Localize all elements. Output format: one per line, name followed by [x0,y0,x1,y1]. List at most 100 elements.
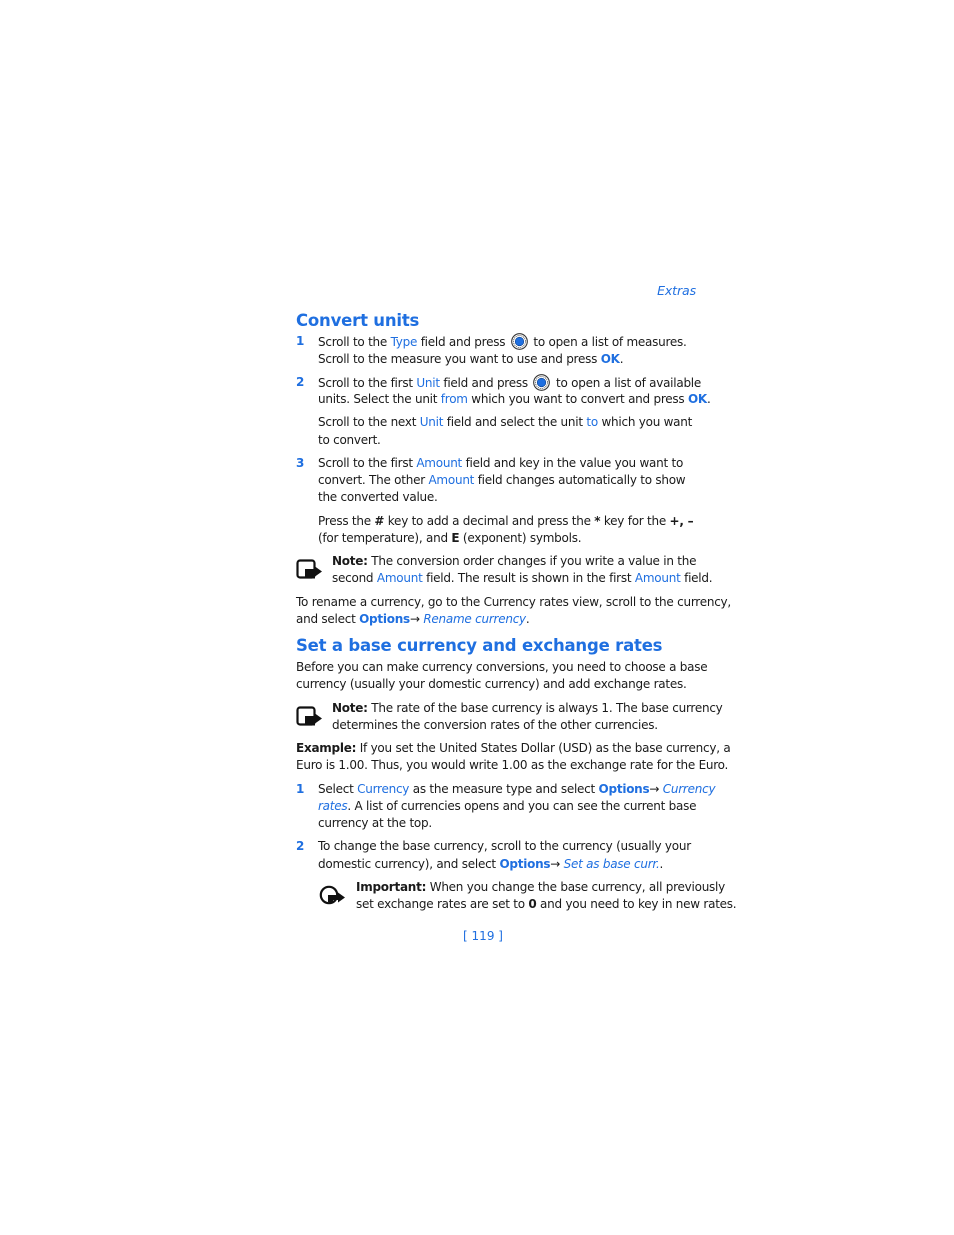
ui-term-currency: Currency [357,782,410,796]
text: convert. The other [318,473,429,487]
step-number: 1 [296,334,305,348]
note-text: determines the conversion rates of the o… [332,718,658,732]
menu-currency-rates: rates [318,799,348,813]
step-text: Select Currency as the measure type and … [318,781,716,798]
note-icon [296,559,322,579]
ui-term-to: to [586,415,598,429]
menu-options: Options [359,612,410,626]
step-text: Scroll to the Type field and press to op… [318,333,687,351]
menu-options: Options [499,857,551,871]
ui-term-amount: Amount [428,473,475,487]
text: Scroll to the [318,335,391,349]
ui-term-ok: OK [687,392,707,406]
ui-term-unit: Unit [416,376,440,390]
menu-set-as-base-curr: Set as base curr. [563,857,660,871]
menu-options: Options [598,782,650,796]
text: Scroll to the first [318,376,417,390]
step-text: (for temperature), and E (exponent) symb… [318,530,582,547]
navi-key-icon [533,374,551,391]
text: and you need to key in new rates. [536,897,737,911]
text: . [525,612,530,626]
note-text: second Amount field. The result is shown… [332,570,713,587]
text: . [619,352,624,366]
arrow: → [649,782,663,796]
ui-term-amount: Amount [634,571,681,585]
text: . A list of currencies opens and you can… [347,799,697,813]
step-text: To change the base currency, scroll to t… [318,839,691,853]
step-text: Scroll to the first Unit field and press… [318,374,701,392]
ui-term-unit: Unit [419,415,444,429]
ui-term-from: from [440,392,468,406]
arrow: → [550,857,564,871]
text: field and press [439,376,532,390]
important-text: set exchange rates are set to 0 and you … [356,896,737,913]
text: field and select the unit [443,415,587,429]
step-text: rates. A list of currencies opens and yo… [318,798,697,815]
step-text: currency at the top. [318,816,432,830]
text: and select [296,612,360,626]
step-text: domestic currency), and select Options→ … [318,856,663,873]
text: field. The result is shown in the first [422,571,635,585]
paragraph-text: and select Options→ Rename currency. [296,611,530,628]
text: The conversion order changes if you writ… [367,554,697,568]
step-text: the converted value. [318,490,438,504]
page-number: [ 119 ] [463,929,503,943]
text: second [332,571,377,585]
text: which you want to convert and press [467,392,688,406]
arrow: → [409,612,424,626]
important-icon [319,885,345,905]
example-text: Example: If you set the United States Do… [296,740,731,757]
text: (exponent) symbols. [459,531,582,545]
text: field and press [417,335,509,349]
menu-currency-rates: Currency [662,782,716,796]
section-title-convert-units: Convert units [296,311,420,330]
step-text: Scroll to the first Amount field and key… [318,455,683,472]
text: field and key in the value you want to [462,456,684,470]
menu-rename-currency: Rename currency [423,612,526,626]
text: domestic currency), and select [318,857,500,871]
text: which you want [597,415,693,429]
text: Select [318,782,358,796]
paragraph-text: To rename a currency, go to the Currency… [296,595,731,609]
text: key for the [600,514,670,528]
important-text: Important: When you change the base curr… [356,879,725,896]
paragraph-text: currency (usually your domestic currency… [296,677,687,691]
important-label: Important: [356,880,427,894]
step-text: to convert. [318,433,381,447]
note-label: Note: [332,701,368,715]
ui-term-amount: Amount [376,571,423,585]
step-text: Scroll to the measure you want to use an… [318,351,623,368]
note-label: Note: [332,554,368,568]
note-text: Note: The conversion order changes if yo… [332,553,696,570]
text: The rate of the base currency is always … [367,701,723,715]
symbols-plus-minus: +, – [669,514,694,528]
step-text: convert. The other Amount field changes … [318,472,686,489]
step-number: 1 [296,782,305,796]
step-text: units. Select the unit from which you wa… [318,391,711,408]
step-number: 3 [296,456,305,470]
text: If you set the United States Dollar (USD… [356,741,731,755]
ui-term-amount: Amount [416,456,462,470]
step-text: Scroll to the next Unit field and select… [318,414,692,431]
example-label: Example: [296,741,357,755]
key-hash: # [374,514,385,528]
step-number: 2 [296,839,305,853]
paragraph-text: Before you can make currency conversions… [296,660,708,674]
text: field. [680,571,713,585]
ui-term-ok: OK [600,352,620,366]
navi-key-icon [510,333,528,350]
text: Scroll to the next [318,415,420,429]
text: as the measure type and select [409,782,599,796]
text: (for temperature), and [318,531,452,545]
text: . [659,857,664,871]
running-head: Extras [657,283,696,298]
step-text: Press the # key to add a decimal and pre… [318,513,694,530]
text: . [706,392,711,406]
text: key to add a decimal and press the [384,514,595,528]
step-number: 2 [296,375,305,389]
section-title-base-currency: Set a base currency and exchange rates [296,636,663,655]
note-text: Note: The rate of the base currency is a… [332,700,723,717]
text: When you change the base currency, all p… [426,880,726,894]
note-icon [296,706,322,726]
text: units. Select the unit [318,392,441,406]
